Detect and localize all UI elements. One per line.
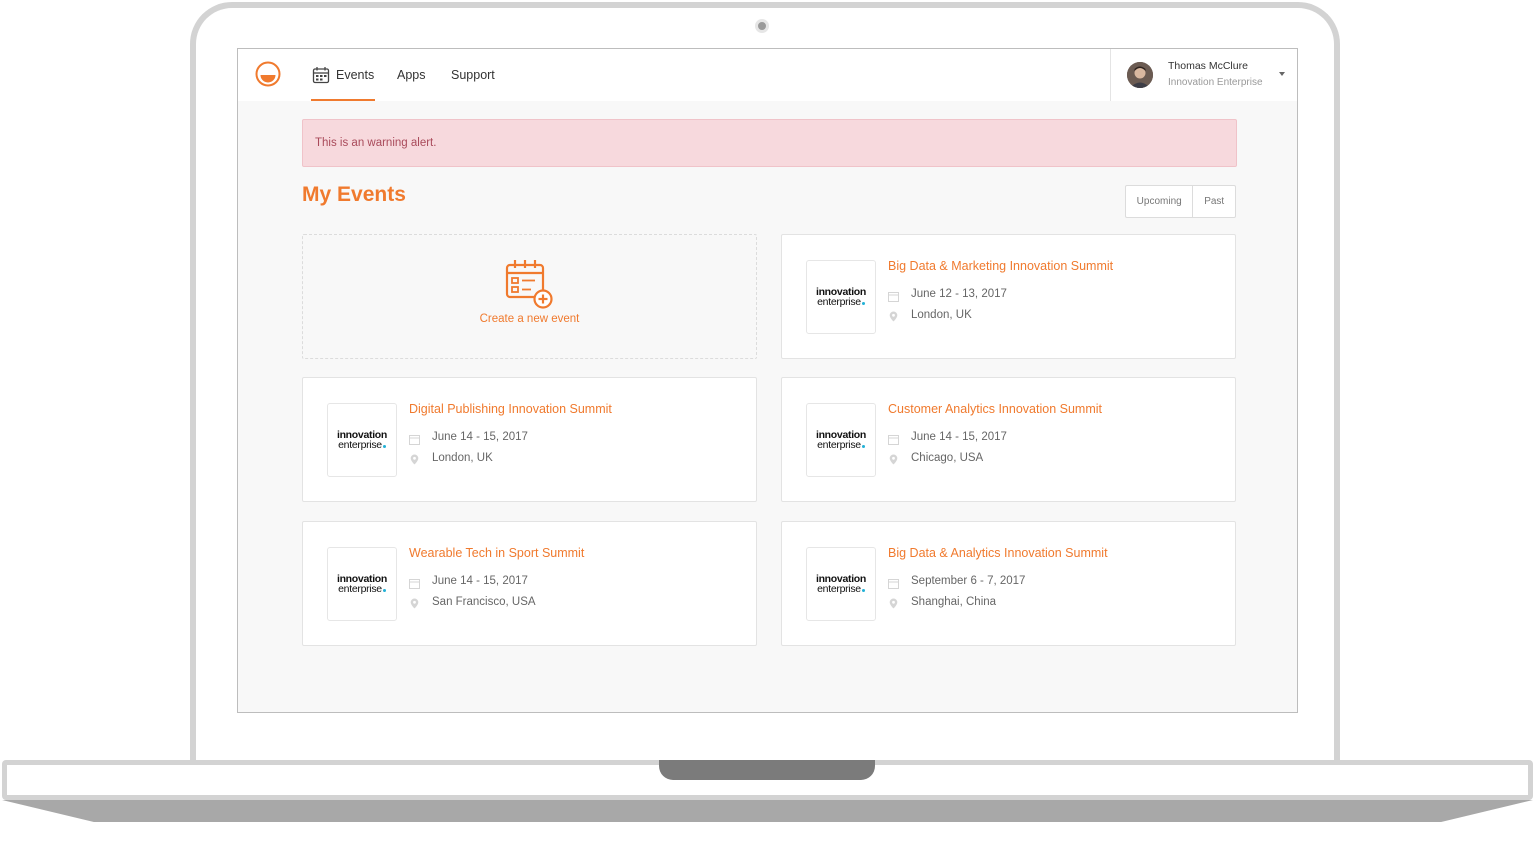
create-event-label: Create a new event (479, 313, 580, 325)
calendar-icon (888, 579, 899, 589)
logo-line2-text: enterprise (817, 296, 861, 308)
event-title[interactable]: Customer Analytics Innovation Summit (888, 402, 1102, 416)
laptop-camera (755, 19, 769, 33)
user-org: Innovation Enterprise (1168, 77, 1263, 88)
brand-logo-icon[interactable] (255, 61, 281, 87)
event-date: June 14 - 15, 2017 (432, 575, 528, 587)
calendar-add-icon (505, 260, 553, 309)
calendar-icon (409, 579, 420, 589)
event-card[interactable]: innovation enterprise Big Data & Marketi… (781, 234, 1236, 359)
logo-dot (861, 589, 865, 592)
user-avatar (1127, 62, 1153, 88)
event-location: San Francisco, USA (432, 596, 536, 608)
event-date: June 14 - 15, 2017 (432, 431, 528, 443)
event-date: September 6 - 7, 2017 (911, 575, 1026, 587)
nav-events[interactable]: Events (311, 49, 376, 101)
event-logo: innovation enterprise (806, 403, 876, 477)
location-pin-icon (889, 311, 898, 322)
user-name: Thomas McClure (1168, 60, 1248, 72)
nav-support-label: Support (451, 68, 495, 82)
filter-upcoming-button[interactable]: Upcoming (1126, 186, 1194, 217)
nav-apps[interactable]: Apps (397, 49, 426, 101)
laptop-notch (659, 760, 875, 780)
logo-line2: enterprise (817, 584, 865, 594)
event-card[interactable]: innovation enterprise Customer Analytics… (781, 377, 1236, 502)
nav-support[interactable]: Support (451, 49, 495, 101)
user-menu[interactable]: Thomas McClure Innovation Enterprise (1110, 49, 1297, 101)
event-card[interactable]: innovation enterprise Digital Publishing… (302, 377, 757, 502)
laptop-base-bottom (2, 800, 1533, 822)
event-title[interactable]: Digital Publishing Innovation Summit (409, 402, 612, 416)
event-card[interactable]: innovation enterprise Wearable Tech in S… (302, 521, 757, 646)
logo-line2-text: enterprise (338, 583, 382, 595)
calendar-icon (888, 435, 899, 445)
logo-dot (382, 445, 386, 448)
logo-line2-text: enterprise (817, 439, 861, 451)
event-filter-toggle: Upcoming Past (1125, 185, 1236, 218)
event-location: London, UK (911, 309, 972, 321)
event-logo: innovation enterprise (806, 547, 876, 621)
logo-dot (861, 445, 865, 448)
logo-dot (861, 302, 865, 305)
nav-apps-label: Apps (397, 68, 426, 82)
filter-past-button[interactable]: Past (1193, 186, 1235, 217)
event-card[interactable]: innovation enterprise Big Data & Analyti… (781, 521, 1236, 646)
event-logo: innovation enterprise (327, 403, 397, 477)
event-logo: innovation enterprise (806, 260, 876, 334)
event-date: June 12 - 13, 2017 (911, 288, 1007, 300)
location-pin-icon (410, 454, 419, 465)
event-logo: innovation enterprise (327, 547, 397, 621)
event-title[interactable]: Big Data & Marketing Innovation Summit (888, 259, 1113, 273)
logo-line2: enterprise (817, 440, 865, 450)
calendar-icon (312, 67, 330, 84)
logo-line2: enterprise (338, 440, 386, 450)
logo-line2-text: enterprise (338, 439, 382, 451)
logo-line2-text: enterprise (817, 583, 861, 595)
calendar-icon (888, 292, 899, 302)
app-screen: Events Apps Support Thomas McClure Innov… (237, 48, 1298, 713)
create-event-card[interactable]: Create a new event (302, 234, 757, 359)
page-title: My Events (302, 183, 406, 206)
warning-alert: This is an warning alert. (302, 119, 1237, 167)
event-title[interactable]: Big Data & Analytics Innovation Summit (888, 546, 1108, 560)
location-pin-icon (889, 454, 898, 465)
event-title[interactable]: Wearable Tech in Sport Summit (409, 546, 584, 560)
location-pin-icon (410, 598, 419, 609)
top-navbar: Events Apps Support Thomas McClure Innov… (238, 49, 1297, 101)
event-location: Chicago, USA (911, 452, 984, 464)
event-location: Shanghai, China (911, 596, 997, 608)
logo-line2: enterprise (338, 584, 386, 594)
calendar-icon (409, 435, 420, 445)
alert-text: This is an warning alert. (315, 137, 437, 149)
event-location: London, UK (432, 452, 493, 464)
nav-events-label: Events (336, 68, 375, 82)
logo-dot (382, 589, 386, 592)
location-pin-icon (889, 598, 898, 609)
event-date: June 14 - 15, 2017 (911, 431, 1007, 443)
logo-line2: enterprise (817, 297, 865, 307)
avatar-image (1127, 62, 1153, 88)
chevron-down-icon[interactable] (1279, 72, 1285, 76)
